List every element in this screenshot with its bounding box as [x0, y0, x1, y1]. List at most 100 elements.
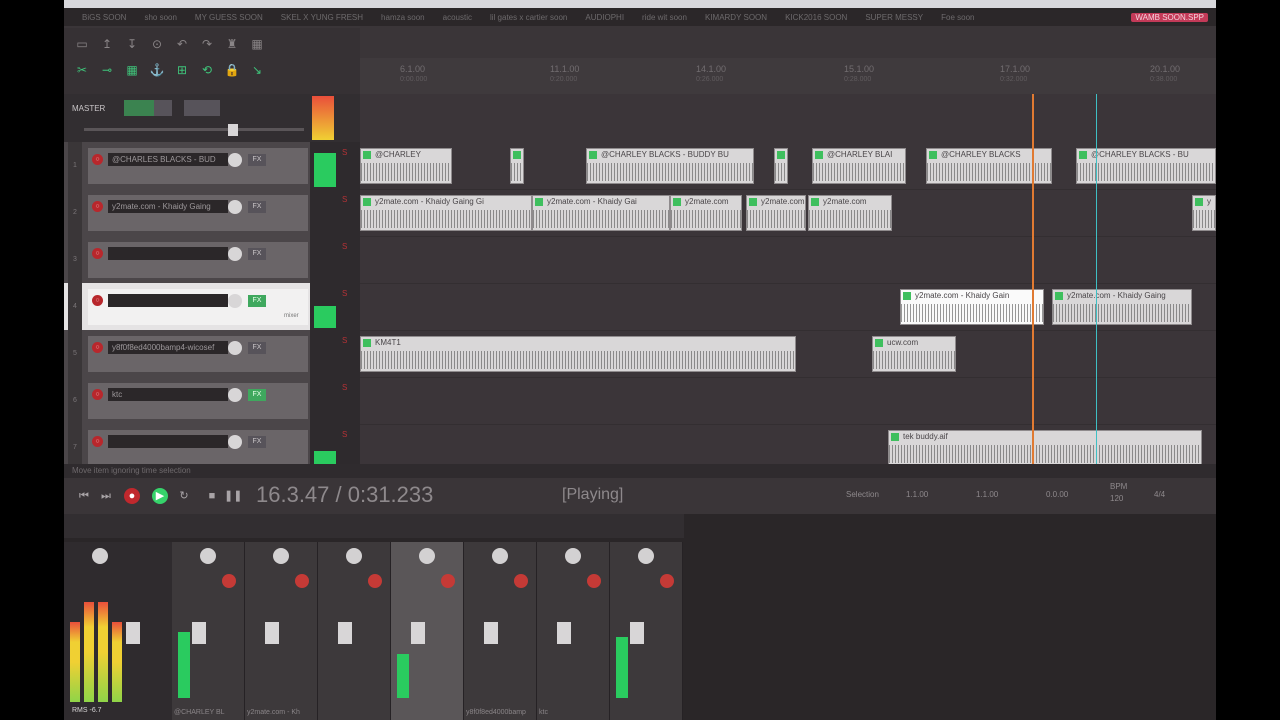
- mixer-channel-strip[interactable]: [610, 542, 683, 720]
- media-item[interactable]: @CHARLEY BLAI: [812, 148, 906, 184]
- time-signature[interactable]: 4/4: [1154, 490, 1165, 499]
- volume-knob[interactable]: [228, 247, 242, 261]
- bookmark-item[interactable]: sho soon: [144, 13, 176, 22]
- volume-knob[interactable]: [228, 200, 242, 214]
- link-icon[interactable]: ⊸: [99, 62, 115, 78]
- solo-indicator[interactable]: S: [342, 195, 347, 204]
- channel-fader[interactable]: [630, 622, 644, 644]
- bookmark-item[interactable]: KIMARDY SOON: [705, 13, 767, 22]
- track-name[interactable]: y2mate.com - Khaidy Gaing: [108, 200, 228, 213]
- track-name[interactable]: y8f0f8ed4000bamp4-wicosef: [108, 341, 228, 354]
- grid-icon[interactable]: ▦: [124, 62, 140, 78]
- track-row[interactable]: 3 ○ FX S: [64, 236, 360, 284]
- arrange-view[interactable]: tek buddy.aif KM4T1 ucw.com y2mate.com -…: [360, 94, 1216, 472]
- volume-knob[interactable]: [228, 388, 242, 402]
- master-pan-knob[interactable]: [92, 548, 108, 564]
- channel-fader[interactable]: [411, 622, 425, 644]
- track-header[interactable]: ○ y8f0f8ed4000bamp4-wicosef FX: [88, 336, 308, 372]
- mixer-channel-strip[interactable]: y8f0f8ed4000bamp: [464, 542, 537, 720]
- lock-icon[interactable]: 🔒: [224, 62, 240, 78]
- track-lane[interactable]: [360, 377, 1216, 425]
- grid-icon[interactable]: ▦: [249, 36, 265, 52]
- master-fader[interactable]: [126, 622, 140, 644]
- channel-fader[interactable]: [265, 622, 279, 644]
- snap-icon[interactable]: ⊞: [174, 62, 190, 78]
- record-button[interactable]: ●: [124, 488, 140, 504]
- pan-knob[interactable]: [492, 548, 508, 564]
- media-item[interactable]: y2mate.com: [670, 195, 742, 231]
- track-lane[interactable]: y2mate.com - Khaidy Gaing Gi y2mate.com …: [360, 189, 1216, 237]
- bookmark-item[interactable]: SKEL X YUNG FRESH: [281, 13, 363, 22]
- stop-button[interactable]: ■: [204, 488, 220, 504]
- media-item[interactable]: @CHARLEY BLACKS - BUDDY BU: [586, 148, 754, 184]
- bookmark-item[interactable]: hamza soon: [381, 13, 425, 22]
- go-to-end-button[interactable]: ⏭: [98, 488, 114, 504]
- channel-fader[interactable]: [557, 622, 571, 644]
- channel-fader[interactable]: [484, 622, 498, 644]
- mixer-channel-strip[interactable]: [391, 542, 464, 720]
- volume-knob[interactable]: [228, 294, 242, 308]
- track-lane[interactable]: KM4T1 ucw.com: [360, 330, 1216, 378]
- loop-icon[interactable]: ⟲: [199, 62, 215, 78]
- media-item[interactable]: KM4T1: [360, 336, 796, 372]
- master-blank-button[interactable]: [184, 100, 220, 116]
- pan-knob[interactable]: [419, 548, 435, 564]
- track-row[interactable]: 1 ○ @CHARLES BLACKS - BUD FX S: [64, 142, 360, 190]
- pan-knob[interactable]: [346, 548, 362, 564]
- cursor-icon[interactable]: ↘: [249, 62, 265, 78]
- trim-icon[interactable]: ✂: [74, 62, 90, 78]
- track-name[interactable]: [108, 247, 228, 260]
- track-name[interactable]: @CHARLES BLACKS - BUD: [108, 153, 228, 166]
- pause-button[interactable]: ❚❚: [224, 488, 242, 504]
- master-track[interactable]: MASTER: [64, 94, 360, 142]
- anchor-icon[interactable]: ⚓: [149, 62, 165, 78]
- media-item[interactable]: @CHARLEY BLACKS - BU: [1076, 148, 1216, 184]
- selection-length[interactable]: 0.0.00: [1046, 490, 1068, 499]
- track-header[interactable]: ○ y2mate.com - Khaidy Gaing FX: [88, 195, 308, 231]
- record-arm-button[interactable]: ○: [92, 295, 103, 306]
- solo-indicator[interactable]: S: [342, 148, 347, 157]
- volume-knob[interactable]: [228, 435, 242, 449]
- pan-knob[interactable]: [638, 548, 654, 564]
- record-arm-button[interactable]: ○: [92, 248, 103, 259]
- bookmark-item[interactable]: WAMB SOON.SPP: [1131, 12, 1208, 22]
- record-arm-button[interactable]: [368, 574, 382, 588]
- track-name[interactable]: [108, 435, 228, 448]
- track-header[interactable]: ○ @CHARLES BLACKS - BUD FX: [88, 148, 308, 184]
- media-item[interactable]: y2mate.com - Khaidy Gai: [532, 195, 670, 231]
- record-arm-button[interactable]: ○: [92, 342, 103, 353]
- track-row[interactable]: 5 ○ y8f0f8ed4000bamp4-wicosef FX S: [64, 330, 360, 378]
- bookmark-item[interactable]: MY GUESS SOON: [195, 13, 263, 22]
- track-name[interactable]: ktc: [108, 388, 228, 401]
- media-item[interactable]: y2mate.com: [808, 195, 892, 231]
- mixer-channel-strip[interactable]: @CHARLEY BL: [172, 542, 245, 720]
- media-item[interactable]: [774, 148, 788, 184]
- master-fader-track[interactable]: [84, 128, 304, 131]
- repeat-button[interactable]: ↻: [176, 488, 192, 504]
- record-arm-button[interactable]: [514, 574, 528, 588]
- fx-button[interactable]: FX: [248, 342, 266, 354]
- fx-button[interactable]: FX: [248, 295, 266, 307]
- media-item[interactable]: [510, 148, 524, 184]
- mixer-channel-strip[interactable]: ktc: [537, 542, 610, 720]
- volume-knob[interactable]: [228, 341, 242, 355]
- track-header[interactable]: ○ ktc FX: [88, 383, 308, 419]
- pan-knob[interactable]: [565, 548, 581, 564]
- media-item[interactable]: y: [1192, 195, 1216, 231]
- track-name[interactable]: [108, 294, 228, 307]
- track-header[interactable]: ○ FX: [88, 242, 308, 278]
- record-arm-button[interactable]: [222, 574, 236, 588]
- timeline-ruler[interactable]: 6.1.00 0:00.000 11.1.00 0:20.000 14.1.00 0:26…: [360, 58, 1216, 95]
- media-item[interactable]: y2mate.com: [746, 195, 806, 231]
- record-arm-button[interactable]: ○: [92, 154, 103, 165]
- master-fader-handle[interactable]: [228, 124, 238, 136]
- pan-knob[interactable]: [200, 548, 216, 564]
- media-item[interactable]: y2mate.com - Khaidy Gaing: [1052, 289, 1192, 325]
- play-button[interactable]: ▶: [152, 488, 168, 504]
- solo-indicator[interactable]: S: [342, 242, 347, 251]
- edit-cursor[interactable]: [1096, 94, 1097, 464]
- save-icon[interactable]: ↧: [124, 36, 140, 52]
- fx-button[interactable]: FX: [248, 248, 266, 260]
- channel-fader[interactable]: [192, 622, 206, 644]
- open-icon[interactable]: ↥: [99, 36, 115, 52]
